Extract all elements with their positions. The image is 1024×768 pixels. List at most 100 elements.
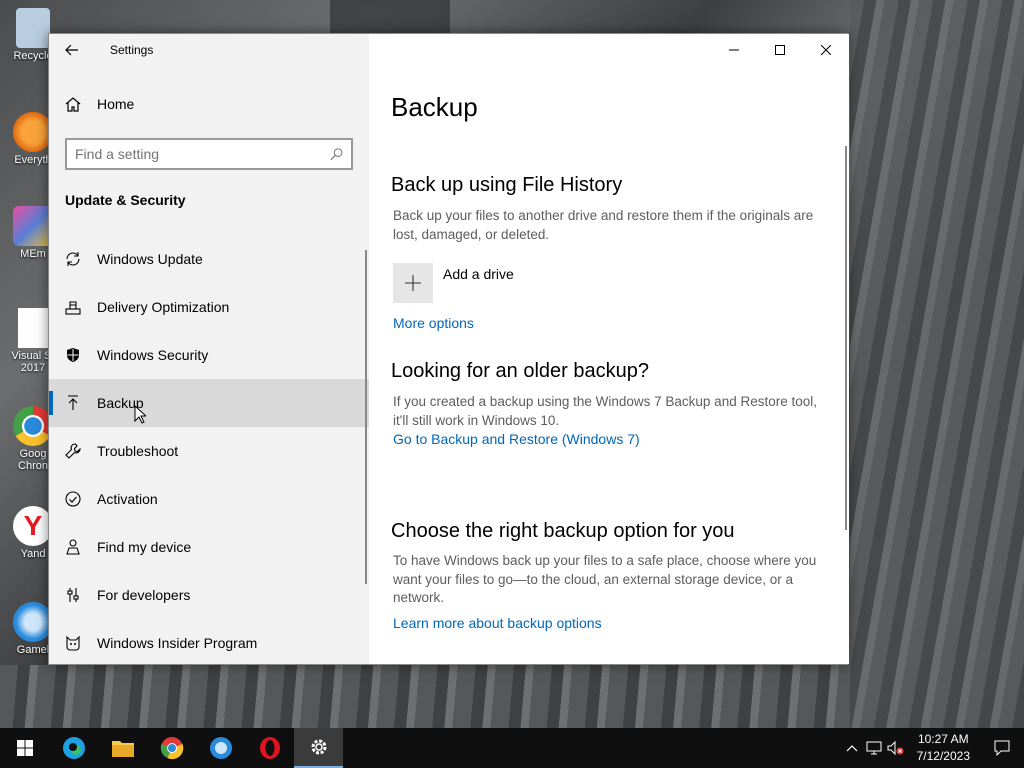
search-input[interactable] <box>75 146 330 162</box>
plus-icon <box>393 263 433 303</box>
taskbar-chrome-button[interactable] <box>147 728 196 768</box>
taskbar-gameloop-button[interactable] <box>196 728 245 768</box>
shield-icon <box>65 347 81 363</box>
sidebar-item-label: Windows Insider Program <box>97 635 258 651</box>
gameloop-icon <box>209 737 232 759</box>
taskbar-file-explorer-button[interactable] <box>98 728 147 768</box>
sidebar-item-for-developers[interactable]: For developers <box>49 571 369 619</box>
sidebar-nav: Windows Update Delivery Optimization Win… <box>49 235 369 667</box>
file-history-description: Back up your files to another drive and … <box>393 208 814 242</box>
folder-icon <box>111 741 134 757</box>
chrome-icon <box>160 737 183 760</box>
minimize-button[interactable] <box>711 34 757 66</box>
file-icon <box>18 308 48 348</box>
wallpaper-ground <box>0 665 850 728</box>
notification-icon <box>994 740 1010 756</box>
back-arrow-icon <box>65 44 78 56</box>
backup-arrow-icon <box>65 395 81 411</box>
back-button[interactable] <box>59 40 85 60</box>
taskbar-settings-button[interactable] <box>294 728 343 768</box>
sidebar-item-label: Delivery Optimization <box>97 299 230 315</box>
sidebar-scrollbar[interactable] <box>365 250 367 584</box>
sidebar-item-label: Troubleshoot <box>97 443 179 459</box>
gear-icon <box>311 739 326 755</box>
maximize-button[interactable] <box>757 34 803 66</box>
sidebar-item-windows-security[interactable]: Windows Security <box>49 331 369 379</box>
add-drive-button[interactable]: Add a drive <box>393 263 514 303</box>
sidebar-item-troubleshoot[interactable]: Troubleshoot <box>49 427 369 475</box>
cat-icon <box>65 635 81 651</box>
window-title: Settings <box>110 43 154 57</box>
sidebar-item-windows-insider-program[interactable]: Windows Insider Program <box>49 619 369 667</box>
chrome-icon <box>13 406 53 446</box>
content-scrollbar[interactable] <box>845 146 847 530</box>
memu-icon <box>13 206 53 246</box>
refresh-icon <box>65 251 81 267</box>
backup-content: Backup Back up using File History Back u… <box>369 34 849 664</box>
sidebar-item-label: Find my device <box>97 539 192 555</box>
learn-more-link[interactable]: Learn more about backup options <box>393 615 602 631</box>
start-button[interactable] <box>0 728 49 768</box>
choose-option-description: To have Windows back up your files to a … <box>393 553 817 605</box>
sliders-icon <box>65 587 81 603</box>
settings-window: Settings Home Update & Security Windows … <box>48 33 849 665</box>
windows-logo-icon <box>16 740 33 756</box>
older-backup-heading: Looking for an older backup? <box>391 360 649 382</box>
clock-date: 7/12/2023 <box>916 749 970 763</box>
tray-volume-button[interactable] <box>885 741 907 755</box>
tray-clock[interactable]: 10:27 AM 7/12/2023 <box>907 731 980 765</box>
sidebar-item-find-my-device[interactable]: Find my device <box>49 523 369 571</box>
tray-overflow-button[interactable] <box>841 744 863 752</box>
gameloop-icon <box>13 602 53 642</box>
title-bar: Settings <box>49 34 369 66</box>
edge-icon <box>62 737 85 759</box>
volume-muted-icon <box>887 741 904 755</box>
choose-option-heading: Choose the right backup option for you <box>391 520 735 542</box>
wallpaper-cliff <box>850 0 1024 728</box>
recycle-bin-icon <box>16 8 50 48</box>
delivery-icon <box>65 299 81 315</box>
sidebar-item-windows-update[interactable]: Windows Update <box>49 235 369 283</box>
search-box[interactable] <box>65 138 353 170</box>
add-drive-label: Add a drive <box>443 266 514 282</box>
sidebar-item-label: Windows Security <box>97 347 209 363</box>
home-label: Home <box>97 96 135 112</box>
everything-icon <box>13 112 53 152</box>
wrench-icon <box>65 443 81 459</box>
section-title: Update & Security <box>65 192 186 208</box>
older-backup-description: If you created a backup using the Window… <box>393 394 817 428</box>
taskbar-edge-button[interactable] <box>49 728 98 768</box>
sidebar-item-label: Windows Update <box>97 251 203 267</box>
sidebar-item-backup[interactable]: Backup <box>49 379 369 427</box>
backup-restore-link[interactable]: Go to Backup and Restore (Windows 7) <box>393 431 640 447</box>
sidebar-item-label: For developers <box>97 587 191 603</box>
system-tray: 10:27 AM 7/12/2023 <box>841 728 1024 768</box>
tray-network-button[interactable] <box>863 741 885 755</box>
home-icon <box>65 97 81 112</box>
file-history-heading: Back up using File History <box>391 174 623 196</box>
network-icon <box>866 741 882 755</box>
sidebar-item-activation[interactable]: Activation <box>49 475 369 523</box>
chevron-up-icon <box>846 745 858 752</box>
opera-icon <box>259 737 280 759</box>
minimize-icon <box>729 49 739 51</box>
clock-time: 10:27 AM <box>917 732 969 746</box>
maximize-icon <box>775 45 785 55</box>
taskbar: 10:27 AM 7/12/2023 <box>0 728 1024 768</box>
settings-sidebar: Settings Home Update & Security Windows … <box>49 34 369 664</box>
close-button[interactable] <box>803 34 849 66</box>
yandex-icon: Y <box>13 506 53 546</box>
sidebar-item-delivery-optimization[interactable]: Delivery Optimization <box>49 283 369 331</box>
page-title: Backup <box>391 92 478 122</box>
sidebar-item-label: Activation <box>97 491 158 507</box>
taskbar-opera-button[interactable] <box>245 728 294 768</box>
more-options-link[interactable]: More options <box>393 315 474 331</box>
person-pin-icon <box>65 539 81 555</box>
search-icon[interactable] <box>330 147 343 161</box>
window-controls <box>711 34 849 66</box>
check-circle-icon <box>65 491 81 507</box>
sidebar-item-home[interactable]: Home <box>65 96 134 112</box>
action-center-button[interactable] <box>980 740 1024 756</box>
mouse-cursor-icon <box>134 405 146 424</box>
close-icon <box>821 45 831 55</box>
